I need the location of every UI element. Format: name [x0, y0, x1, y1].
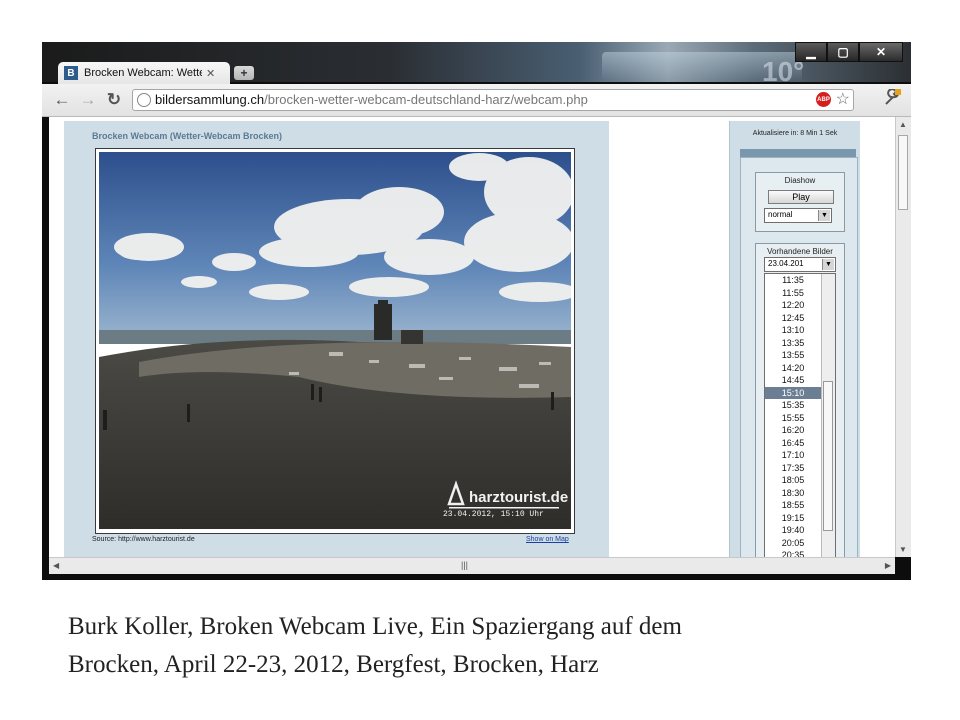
source-note: Source: http://www.harztourist.de	[92, 536, 195, 543]
watermark-brand: harztourist.de	[469, 489, 568, 506]
browser-window: 10° ▁ ▢ ✕ B Brocken Webcam: Wetter B ✕ +…	[42, 42, 911, 580]
time-option[interactable]: 16:45	[765, 437, 821, 450]
back-button[interactable]: ←	[52, 90, 72, 110]
speed-value: normal	[768, 210, 793, 219]
time-option[interactable]: 14:20	[765, 362, 821, 375]
vertical-scroll-thumb[interactable]	[898, 135, 908, 210]
url-host: bildersammlung.ch	[155, 92, 265, 107]
time-option[interactable]: 13:55	[765, 349, 821, 362]
webcam-photo: harztourist.de 23.04.2012, 15:10 Uhr	[99, 152, 571, 529]
tab-title: Brocken Webcam: Wetter B	[84, 67, 202, 79]
time-option[interactable]: 13:10	[765, 324, 821, 337]
list-scrollbar[interactable]	[821, 274, 835, 557]
vertical-scrollbar[interactable]: ▲ ▼	[895, 117, 911, 557]
scroll-up-icon[interactable]: ▲	[899, 120, 907, 129]
horizontal-scrollbar[interactable]: ◀ ||| ▶	[49, 557, 895, 574]
date-value: 23.04.201	[768, 259, 804, 268]
time-option[interactable]: 15:10	[765, 386, 821, 399]
time-option[interactable]: 16:20	[765, 424, 821, 437]
tab-close-icon[interactable]: ✕	[206, 67, 215, 80]
time-option[interactable]: 11:35	[765, 274, 821, 287]
diashow-group: Diashow Play normal ▼	[755, 172, 845, 232]
address-bar[interactable]: bildersammlung.ch/brocken-wetter-webcam-…	[132, 89, 854, 111]
scroll-down-icon[interactable]: ▼	[899, 545, 907, 554]
time-list[interactable]: 11:35 11:55 12:20 12:45 13:10 13:35 13:55 14:20…	[764, 273, 836, 557]
browser-tab[interactable]: B Brocken Webcam: Wetter B ✕	[58, 62, 230, 84]
available-images-group: Vorhandene Bilder 23.04.201 ▼ 11:35 11:55…	[755, 243, 845, 557]
refresh-countdown: Aktualisiere in: 8 Min 1 Sek	[752, 130, 838, 137]
window-controls: ▁ ▢ ✕	[795, 42, 903, 62]
caption-line-1: Burk Koller, Broken Webcam Live, Ein Spa…	[68, 613, 682, 640]
browser-toolbar: ← → ↻ bildersammlung.ch/brocken-wetter-w…	[42, 84, 911, 117]
chevron-down-icon: ▼	[818, 210, 830, 221]
play-button[interactable]: Play	[768, 190, 834, 204]
wrench-icon	[885, 88, 901, 105]
list-scroll-thumb[interactable]	[823, 381, 833, 531]
date-select[interactable]: 23.04.201 ▼	[764, 257, 836, 272]
time-option[interactable]: 18:30	[765, 487, 821, 500]
bookmark-star-icon[interactable]: ☆	[836, 89, 850, 109]
time-option[interactable]: 11:55	[765, 287, 821, 300]
time-option[interactable]: 18:55	[765, 499, 821, 512]
time-option[interactable]: 13:35	[765, 337, 821, 350]
time-option[interactable]: 19:15	[765, 512, 821, 525]
scroll-grip-icon[interactable]: |||	[461, 560, 468, 570]
maximize-button[interactable]: ▢	[827, 42, 859, 62]
webcam-frame: harztourist.de 23.04.2012, 15:10 Uhr	[95, 148, 575, 534]
chevron-down-icon: ▼	[822, 259, 834, 270]
webcam-image[interactable]: harztourist.de 23.04.2012, 15:10 Uhr	[99, 152, 571, 529]
time-option[interactable]: 18:05	[765, 474, 821, 487]
webcam-title: Brocken Webcam (Wetter-Webcam Brocken)	[92, 131, 283, 141]
url-text: bildersammlung.ch/brocken-wetter-webcam-…	[155, 92, 588, 107]
favicon-icon: B	[64, 66, 78, 80]
reload-button[interactable]: ↻	[104, 90, 124, 110]
url-path: /brocken-wetter-webcam-deutschland-harz/…	[264, 92, 588, 107]
scroll-right-icon[interactable]: ▶	[885, 561, 891, 570]
time-option[interactable]: 12:45	[765, 312, 821, 325]
adblock-icon[interactable]: ABP	[816, 92, 831, 107]
time-option[interactable]: 20:35	[765, 549, 821, 557]
caption-line-2: Brocken, April 22-23, 2012, Bergfest, Br…	[68, 651, 599, 678]
available-images-label: Vorhandene Bilder	[767, 247, 833, 256]
controls-panel: Aktualisiere in: 8 Min 1 Sek Diashow Pla…	[729, 121, 860, 557]
new-tab-button[interactable]: +	[234, 66, 254, 80]
webcam-panel: Brocken Webcam (Wetter-Webcam Brocken) h…	[64, 121, 609, 557]
minimize-button[interactable]: ▁	[795, 42, 827, 62]
time-option[interactable]: 14:45	[765, 374, 821, 387]
forward-button[interactable]: →	[78, 90, 98, 110]
time-option[interactable]: 19:40	[765, 524, 821, 537]
webcam-timestamp: 23.04.2012, 15:10 Uhr	[443, 510, 544, 519]
panel-header-bar	[740, 149, 856, 157]
time-option[interactable]: 17:35	[765, 462, 821, 475]
show-on-map-link[interactable]: Show on Map	[526, 536, 569, 543]
diashow-label: Diashow	[784, 176, 816, 185]
page-viewport: Brocken Webcam (Wetter-Webcam Brocken) h…	[49, 117, 904, 557]
time-option[interactable]: 20:05	[765, 537, 821, 550]
scroll-left-icon[interactable]: ◀	[53, 561, 59, 570]
panel-box: Diashow Play normal ▼ Vorhandene Bilder …	[740, 157, 858, 557]
time-option[interactable]: 15:35	[765, 399, 821, 412]
wrench-menu-icon[interactable]	[883, 88, 901, 112]
time-option[interactable]: 12:20	[765, 299, 821, 312]
close-window-button[interactable]: ✕	[859, 42, 903, 62]
time-option[interactable]: 17:10	[765, 449, 821, 462]
speed-select[interactable]: normal ▼	[764, 208, 832, 223]
slide-caption: Burk Koller, Broken Webcam Live, Ein Spa…	[68, 608, 888, 684]
time-option[interactable]: 15:55	[765, 412, 821, 425]
site-info-icon[interactable]	[137, 93, 151, 107]
